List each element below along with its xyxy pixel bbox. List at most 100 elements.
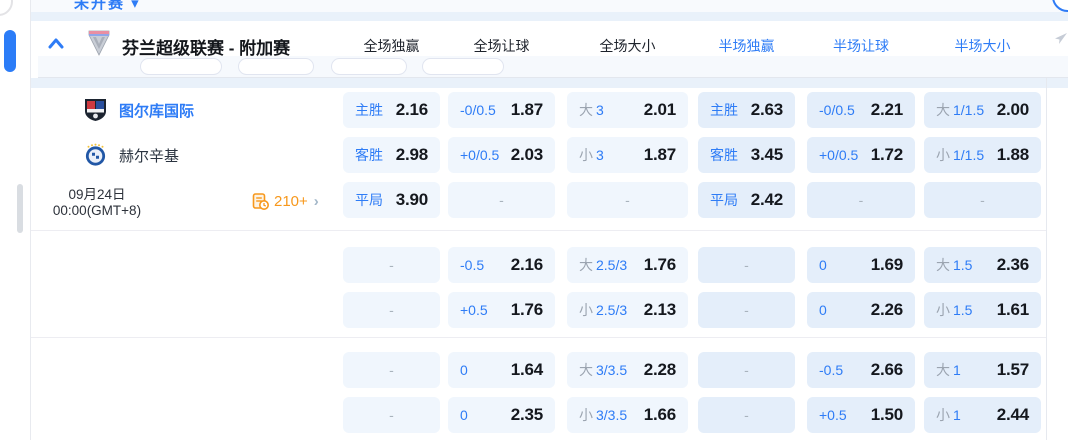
odds-cell[interactable]: 0 1.69 <box>807 247 915 283</box>
odds-cell[interactable]: +0/0.5 2.03 <box>448 137 555 173</box>
column-header-full-2: 全场大小 <box>599 38 656 54</box>
selection-label: 主胜 <box>710 102 738 118</box>
dart-icon[interactable] <box>1054 32 1068 46</box>
odds-cell[interactable]: 主胜 2.63 <box>698 92 795 128</box>
league-logo-icon <box>88 30 110 56</box>
odds-cell[interactable]: 小 1.5 1.61 <box>924 292 1041 328</box>
odds-cell[interactable]: -0/0.5 1.87 <box>448 92 555 128</box>
ou-direction-label: 小 <box>936 407 950 423</box>
column-header-full-0: 全场独赢 <box>363 38 420 54</box>
odds-cell-empty: - <box>698 397 795 433</box>
odds-value: 2.00 <box>996 100 1029 119</box>
odds-cell[interactable]: -0.5 2.16 <box>448 247 555 283</box>
away-team-row[interactable]: 赫尔辛基 <box>84 137 179 173</box>
market-pill-0[interactable] <box>140 58 222 75</box>
odds-cell[interactable]: 0 2.35 <box>448 397 555 433</box>
selection-label: 1/1.5 <box>953 102 985 118</box>
top-strip <box>31 0 1068 12</box>
odds-cell[interactable]: -0/0.5 2.21 <box>807 92 915 128</box>
match-time: 00:00(GMT+8) <box>52 203 142 218</box>
match-date: 09月24日 <box>68 187 126 202</box>
odds-cell[interactable]: 主胜 2.16 <box>343 92 440 128</box>
odds-cell[interactable]: 大 3 2.01 <box>567 92 688 128</box>
ou-direction-label: 小 <box>579 407 593 423</box>
odds-cell[interactable]: 小 2.5/3 2.13 <box>567 292 688 328</box>
odds-value: 2.21 <box>870 100 903 119</box>
gap-band <box>31 12 1068 21</box>
market-pill-2[interactable] <box>331 58 407 75</box>
home-team-name: 图尔库国际 <box>119 102 195 120</box>
ou-direction-label: 大 <box>936 362 950 378</box>
tab-prematch-cutoff[interactable]: 未开赛 ▾ <box>74 0 141 11</box>
home-team-row[interactable]: 图尔库国际 <box>84 92 194 128</box>
odds-cell-empty: - <box>807 182 915 218</box>
selection-label: 1 <box>953 407 961 423</box>
empty-odds-dash: - <box>858 192 864 208</box>
selection-label: 1/1.5 <box>953 147 985 163</box>
odds-cell[interactable]: +0.5 1.76 <box>448 292 555 328</box>
odds-value: 1.76 <box>510 300 543 319</box>
odds-cell[interactable]: +0/0.5 1.72 <box>807 137 915 173</box>
odds-value: 2.16 <box>395 100 428 119</box>
odds-value: 2.36 <box>996 255 1029 274</box>
selection-label: +0.5 <box>819 407 847 423</box>
odds-value: 2.03 <box>510 145 543 164</box>
odds-cell-empty: - <box>343 397 440 433</box>
selection-label: 0 <box>460 407 468 423</box>
market-pill-3[interactable] <box>422 58 504 75</box>
ou-direction-label: 大 <box>579 102 593 118</box>
odds-cell[interactable]: 大 3/3.5 2.28 <box>567 352 688 388</box>
column-header-half-3: 半场独赢 <box>718 38 775 54</box>
match-datetime: 09月24日 00:00(GMT+8) <box>31 187 163 219</box>
odds-cell[interactable]: 大 1.5 2.36 <box>924 247 1041 283</box>
market-pill-1[interactable] <box>238 58 314 75</box>
odds-cell[interactable]: 平局 2.42 <box>698 182 795 218</box>
odds-value: 1.61 <box>996 300 1029 319</box>
odds-value: 3.45 <box>750 145 783 164</box>
odds-value: 2.01 <box>643 100 676 119</box>
odds-value: 3.90 <box>395 190 428 209</box>
odds-value: 2.98 <box>395 145 428 164</box>
selection-label: 2.5/3 <box>596 302 628 318</box>
empty-odds-dash: - <box>499 192 504 208</box>
odds-value: 2.66 <box>870 360 903 379</box>
odds-cell[interactable]: 平局 3.90 <box>343 182 440 218</box>
odds-cell[interactable]: 小 1 2.44 <box>924 397 1041 433</box>
empty-odds-dash: - <box>744 257 749 273</box>
odds-cell-empty: - <box>567 182 688 218</box>
collapse-button[interactable] <box>46 34 66 54</box>
odds-cell[interactable]: 0 2.26 <box>807 292 915 328</box>
home-team-logo-icon <box>85 99 106 121</box>
odds-cell[interactable]: 客胜 2.98 <box>343 137 440 173</box>
column-header-half-5: 半场大小 <box>954 38 1011 54</box>
selection-label: 客胜 <box>710 147 738 163</box>
odds-cell[interactable]: 小 3 1.87 <box>567 137 688 173</box>
odds-cell[interactable]: 大 1 1.57 <box>924 352 1041 388</box>
odds-cell[interactable]: 大 2.5/3 1.76 <box>567 247 688 283</box>
ou-direction-label: 大 <box>579 362 593 378</box>
odds-cell[interactable]: 大 1/1.5 2.00 <box>924 92 1041 128</box>
more-markets-link[interactable]: 210+ › <box>252 193 319 210</box>
empty-odds-dash: - <box>744 302 749 318</box>
odds-cell-empty: - <box>698 247 795 283</box>
rail-divider <box>30 0 31 440</box>
odds-value: 1.72 <box>870 145 903 164</box>
odds-value: 2.44 <box>996 405 1029 424</box>
odds-value: 1.64 <box>510 360 543 379</box>
odds-cell[interactable]: +0.5 1.50 <box>807 397 915 433</box>
odds-value: 1.76 <box>643 255 676 274</box>
selection-label: -0.5 <box>819 362 844 378</box>
floating-button-partial[interactable] <box>0 0 13 16</box>
odds-cell[interactable]: 客胜 3.45 <box>698 137 795 173</box>
odds-cell[interactable]: 0 1.64 <box>448 352 555 388</box>
odds-value: 2.28 <box>643 360 676 379</box>
odds-cell[interactable]: -0.5 2.66 <box>807 352 915 388</box>
selection-label: 1.5 <box>953 257 973 273</box>
odds-cell[interactable]: 小 1/1.5 1.88 <box>924 137 1041 173</box>
ou-direction-label: 大 <box>579 257 593 273</box>
ou-direction-label: 小 <box>936 302 950 318</box>
selection-label: 0 <box>460 362 468 378</box>
scrollbar-thumb[interactable] <box>17 184 23 233</box>
selection-label: -0/0.5 <box>819 102 855 118</box>
odds-cell[interactable]: 小 3/3.5 1.66 <box>567 397 688 433</box>
